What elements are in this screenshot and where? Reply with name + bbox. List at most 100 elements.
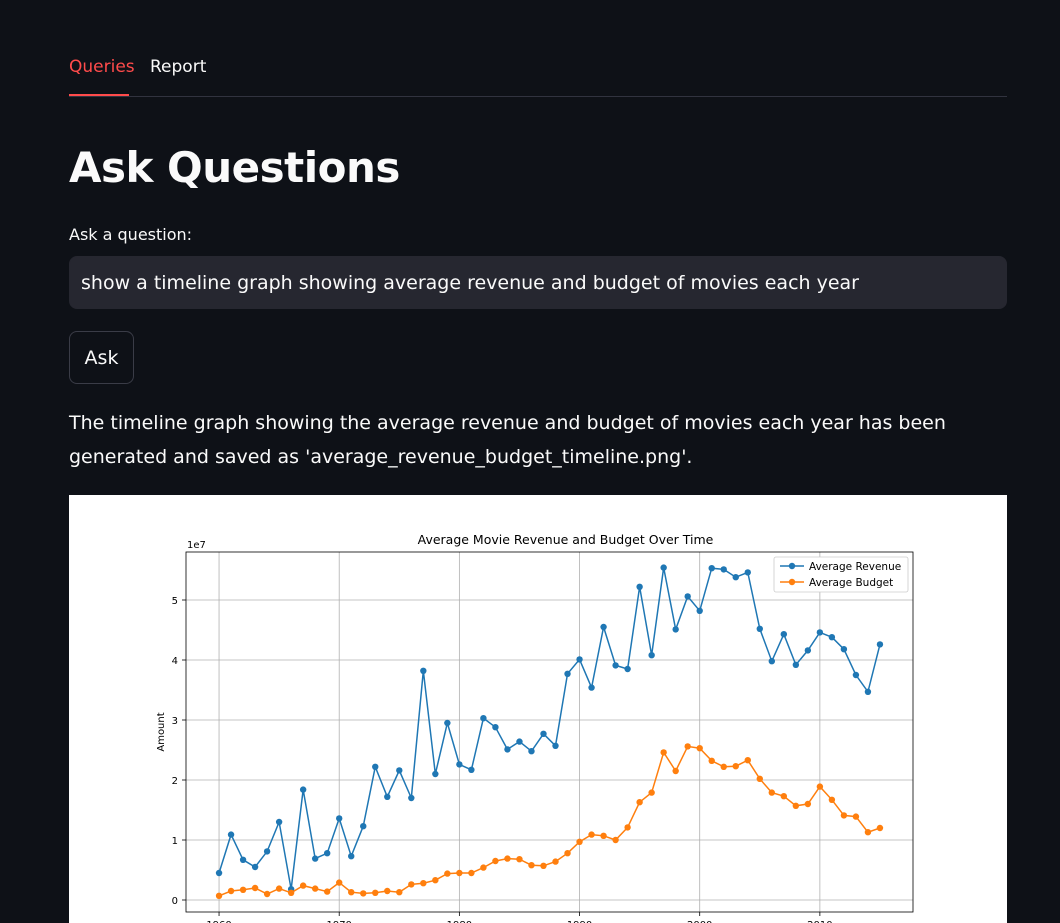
data-point-budget <box>540 862 547 869</box>
data-point-revenue <box>239 856 247 863</box>
page-title: Ask Questions <box>69 143 400 192</box>
data-point-revenue <box>504 746 511 753</box>
data-point-budget <box>804 800 812 808</box>
data-point-budget <box>215 892 223 899</box>
data-point-budget <box>624 824 631 831</box>
data-point-revenue <box>348 853 355 860</box>
data-point-budget <box>263 890 271 898</box>
answer-text: The timeline graph showing the average r… <box>69 412 946 468</box>
data-point-budget <box>420 880 427 887</box>
chart-title: Average Movie Revenue and Budget Over Ti… <box>418 532 714 547</box>
data-point-revenue <box>251 863 259 871</box>
data-point-revenue <box>588 684 595 691</box>
y-offset-label: 1e7 <box>187 540 206 551</box>
data-point-budget <box>876 824 884 832</box>
data-point-revenue <box>672 626 679 633</box>
y-tick-label: 0 <box>172 896 178 907</box>
data-point-revenue <box>360 823 367 830</box>
data-point-revenue <box>215 869 223 877</box>
data-point-budget <box>864 829 872 836</box>
data-point-revenue <box>576 656 583 663</box>
data-point-revenue <box>336 815 343 822</box>
data-point-budget <box>684 743 691 750</box>
data-point-budget <box>504 855 511 862</box>
data-point-revenue <box>299 786 307 793</box>
data-point-budget <box>323 888 331 895</box>
data-point-revenue <box>804 647 812 654</box>
data-point-budget <box>360 890 367 897</box>
data-point-budget <box>275 885 283 892</box>
data-point-budget <box>768 789 776 796</box>
data-point-revenue <box>600 623 607 631</box>
data-point-revenue <box>468 766 475 773</box>
data-point-revenue <box>876 641 884 648</box>
chart-figure: 012345196019701980199020002010Average Mo… <box>69 495 1007 923</box>
data-point-budget <box>648 789 655 796</box>
data-point-revenue <box>408 794 415 802</box>
data-point-revenue <box>852 671 860 679</box>
tab-report[interactable]: Report <box>150 57 206 77</box>
tab-bar: Queries Report <box>69 50 1007 97</box>
data-point-budget <box>299 882 307 889</box>
data-point-budget <box>612 836 619 844</box>
timeline-chart: 012345196019701980199020002010Average Mo… <box>156 532 914 923</box>
data-point-budget <box>528 862 535 869</box>
data-point-revenue <box>828 634 836 641</box>
data-point-revenue <box>444 719 451 727</box>
y-tick-label: 1 <box>172 836 178 847</box>
data-point-budget <box>408 881 415 888</box>
data-point-revenue <box>384 793 391 800</box>
data-point-revenue <box>275 818 283 826</box>
data-point-budget <box>336 879 343 886</box>
data-point-budget <box>600 832 607 839</box>
data-point-budget <box>720 763 727 770</box>
data-point-revenue <box>492 724 499 731</box>
data-point-budget <box>708 757 715 764</box>
tab-queries[interactable]: Queries <box>69 57 135 77</box>
data-point-revenue <box>432 770 439 778</box>
data-point-revenue <box>648 652 655 659</box>
data-point-revenue <box>780 631 788 638</box>
data-point-revenue <box>684 593 691 600</box>
data-point-budget <box>227 887 235 895</box>
y-axis-label: Amount <box>156 712 167 751</box>
y-tick-label: 4 <box>172 656 178 667</box>
data-point-budget <box>756 775 763 782</box>
data-point-revenue <box>420 667 427 674</box>
data-point-revenue <box>396 767 403 774</box>
data-point-budget <box>792 802 800 809</box>
data-point-revenue <box>612 662 619 669</box>
data-point-revenue <box>732 574 739 581</box>
series-line-budget <box>218 745 881 897</box>
data-point-budget <box>480 864 487 871</box>
y-tick-label: 3 <box>172 716 178 727</box>
data-point-budget <box>780 793 788 800</box>
data-point-revenue <box>840 646 848 653</box>
data-point-budget <box>444 870 451 877</box>
data-point-revenue <box>552 742 559 749</box>
data-point-revenue <box>311 855 319 862</box>
data-point-budget <box>456 869 463 877</box>
data-point-revenue <box>540 730 547 737</box>
question-input[interactable] <box>69 256 1007 309</box>
data-point-budget <box>828 796 836 803</box>
data-point-budget <box>311 885 319 892</box>
data-point-budget <box>516 856 523 863</box>
data-point-revenue <box>720 566 727 573</box>
data-point-revenue <box>768 658 776 665</box>
data-point-revenue <box>480 715 487 722</box>
active-tab-underline <box>69 94 129 96</box>
data-point-revenue <box>323 850 331 857</box>
question-label: Ask a question: <box>69 225 193 244</box>
data-point-budget <box>468 869 475 877</box>
data-point-revenue <box>696 607 703 614</box>
y-tick-label: 5 <box>172 596 178 607</box>
ask-button[interactable]: Ask <box>69 331 134 384</box>
data-point-budget <box>636 799 643 806</box>
data-point-budget <box>384 887 391 895</box>
data-point-budget <box>348 889 355 896</box>
data-point-revenue <box>263 848 271 855</box>
legend-marker <box>788 578 796 586</box>
legend-label: Average Budget <box>809 577 893 589</box>
data-point-revenue <box>744 569 751 576</box>
